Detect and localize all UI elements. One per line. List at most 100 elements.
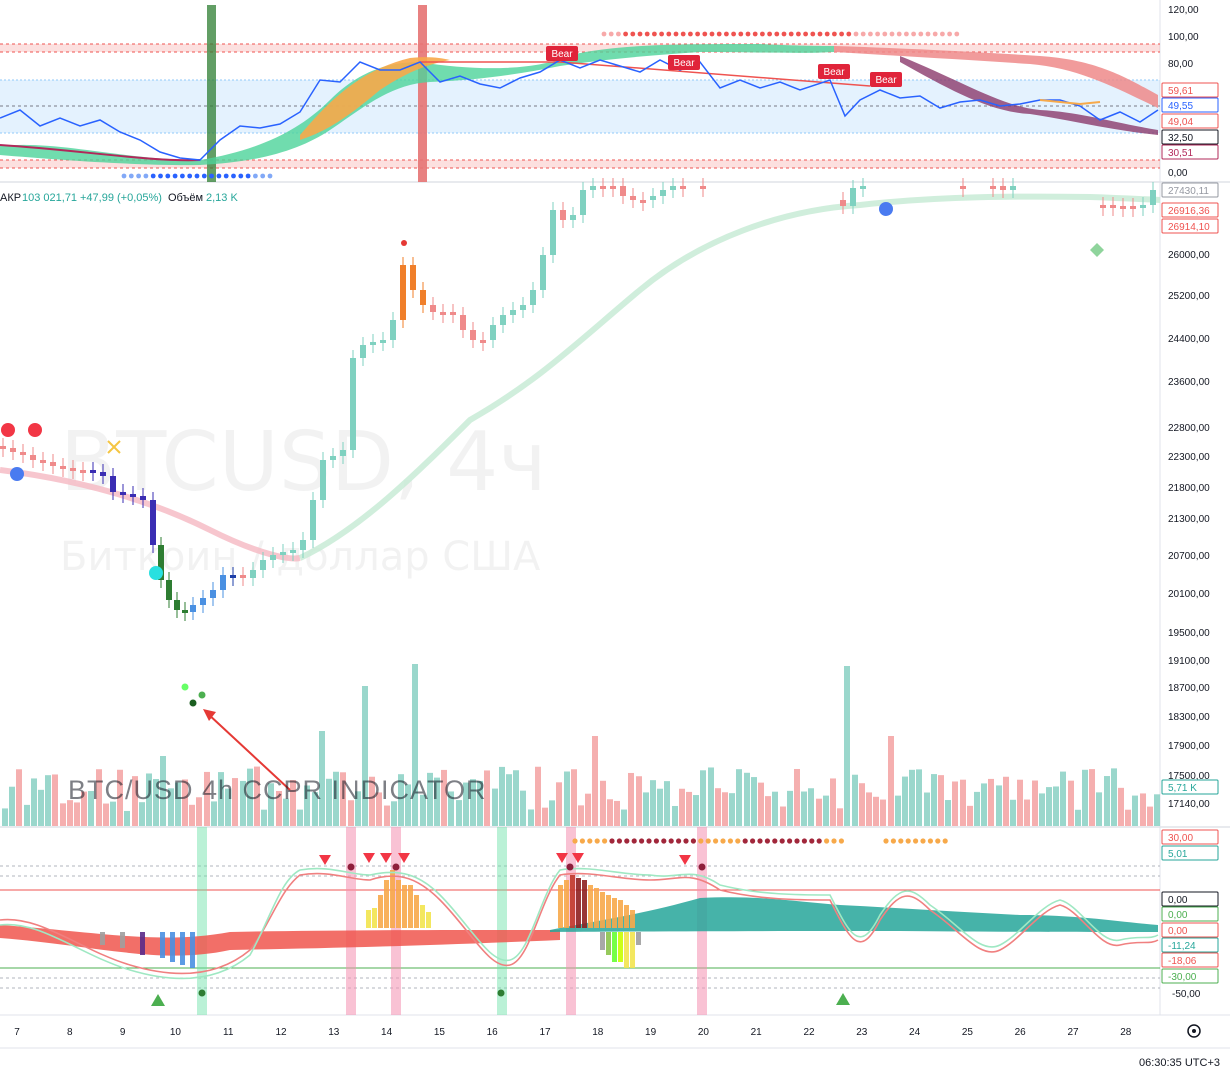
dot-marker xyxy=(860,31,866,37)
settings-gear-icon[interactable] xyxy=(1187,1024,1201,1038)
volume-bar xyxy=(794,768,800,826)
y-tick-label: 20700,00 xyxy=(1168,551,1210,562)
volume-bar xyxy=(664,781,670,826)
clock[interactable]: 06:30:35 UTC+3 xyxy=(1139,1057,1220,1069)
volume-bar xyxy=(585,793,591,826)
y-tick-label: 20100,00 xyxy=(1168,589,1210,600)
volume-bar xyxy=(1104,776,1110,826)
candle-body xyxy=(260,560,266,570)
dot-marker xyxy=(666,31,672,37)
volume-bar xyxy=(1032,780,1038,826)
signal-circle-cyan[interactable] xyxy=(149,566,163,580)
volume-bar xyxy=(751,777,757,826)
bear-label-text: Bear xyxy=(551,49,573,60)
volume-bar xyxy=(24,804,30,826)
candle-body xyxy=(270,555,276,560)
dot-marker xyxy=(727,838,734,844)
volume-bar xyxy=(636,776,642,826)
volume-bar xyxy=(52,774,58,826)
dot-marker xyxy=(760,31,765,37)
volume-bar xyxy=(211,801,217,826)
volume-bar xyxy=(787,790,793,826)
volume-bar xyxy=(542,807,548,826)
symbol-price: 103 021,71 xyxy=(22,192,77,204)
volume-bar xyxy=(74,802,80,826)
candle-body xyxy=(860,186,866,189)
histogram-bar xyxy=(630,910,635,928)
osc-dot-row xyxy=(572,838,948,844)
volume-bar xyxy=(1039,793,1045,826)
candle-body xyxy=(670,186,676,190)
dot-marker xyxy=(136,173,142,179)
buy-signal-circle[interactable] xyxy=(10,467,24,481)
dot-marker xyxy=(905,838,911,844)
dot-marker xyxy=(925,31,931,37)
signal-column-green xyxy=(197,827,207,1015)
dot-marker xyxy=(587,838,593,844)
value-tag-label: 30,51 xyxy=(1168,148,1193,159)
sell-triangle-icon[interactable] xyxy=(319,855,331,865)
volume-bar xyxy=(996,785,1002,826)
histogram-bar xyxy=(414,895,419,928)
histogram-bar xyxy=(618,900,623,928)
dot-marker xyxy=(616,838,623,844)
buy-signal-circle[interactable] xyxy=(879,202,893,216)
buy-triangle-icon[interactable] xyxy=(836,993,850,1005)
volume-bar xyxy=(1096,792,1102,826)
candle-body xyxy=(1010,186,1016,190)
candle-body xyxy=(182,610,188,613)
y-tick-label: 21800,00 xyxy=(1168,483,1210,494)
sell-signal-circle[interactable] xyxy=(1,423,15,437)
sell-signal-circle[interactable] xyxy=(28,423,42,437)
dot-marker xyxy=(646,838,652,844)
volume-bar xyxy=(9,786,15,826)
histogram-bar xyxy=(420,905,425,928)
histogram-bar xyxy=(170,932,175,962)
candle-body xyxy=(430,305,436,312)
chart-canvas[interactable]: Bear Bear Bear Bear BTCUSD, 4ч Биткоин / до… xyxy=(0,0,1230,1080)
dot-marker xyxy=(745,31,751,37)
histogram-bar xyxy=(558,885,563,928)
candle-body xyxy=(840,200,846,206)
sell-triangle-icon[interactable] xyxy=(363,853,375,863)
histogram-bar xyxy=(100,932,105,945)
candle-body xyxy=(360,345,366,358)
histogram-bar xyxy=(570,875,575,928)
candle-body xyxy=(490,325,496,340)
histogram-bar xyxy=(378,895,383,928)
sell-triangle-icon[interactable] xyxy=(380,853,392,863)
sell-triangle-icon[interactable] xyxy=(679,855,691,865)
volume-bar xyxy=(693,795,699,826)
candle-body xyxy=(120,492,126,495)
dot-marker xyxy=(652,31,657,37)
x-tick-label: 16 xyxy=(487,1027,499,1038)
volume-bar xyxy=(909,769,915,826)
volume-bar xyxy=(592,736,598,826)
histogram-bar xyxy=(606,932,611,955)
dot-marker xyxy=(853,31,859,37)
dot-marker xyxy=(816,838,822,844)
volume-bar xyxy=(859,783,865,826)
candle-body xyxy=(100,472,106,476)
volume-bar xyxy=(902,776,908,826)
x-tick-label: 19 xyxy=(645,1027,657,1038)
candle-body xyxy=(390,320,396,340)
x-tick-label: 11 xyxy=(223,1027,234,1038)
volume-bar xyxy=(780,806,786,826)
candle-body xyxy=(460,315,466,330)
x-tick-label: 18 xyxy=(592,1027,604,1038)
volume-bar xyxy=(672,805,678,826)
volume-bar xyxy=(772,791,778,826)
volume-bar xyxy=(888,736,894,826)
dot-marker xyxy=(889,31,895,37)
volume-bar xyxy=(729,793,735,826)
y-tick-label: 80,00 xyxy=(1168,59,1193,70)
buy-triangle-icon[interactable] xyxy=(151,994,165,1006)
signal-dot-red xyxy=(401,240,407,246)
volume-bar xyxy=(556,782,562,826)
price-axis-main[interactable]: 26000,00 25200,00 24400,00 23600,00 22800,00… xyxy=(1168,250,1210,810)
y-tick-label: 17900,00 xyxy=(1168,741,1210,752)
dot-marker xyxy=(630,31,636,37)
price-axis-bottom-oscillator[interactable]: -50,00 xyxy=(1172,989,1201,1000)
time-axis[interactable]: 7 8 9 10 11 12 13 14 15 16 17 18 19 20 21 22 23 24 25 26 27 2… xyxy=(14,1027,1132,1038)
